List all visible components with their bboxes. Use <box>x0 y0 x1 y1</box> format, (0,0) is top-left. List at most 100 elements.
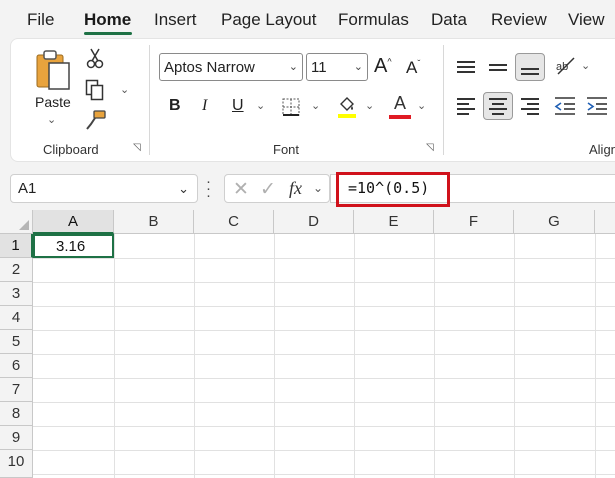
gridline <box>33 450 615 451</box>
paste-label[interactable]: Paste <box>35 94 71 110</box>
font-size-value: 11 <box>311 59 327 76</box>
copy-icon[interactable] <box>84 79 106 101</box>
paste-dropdown-icon[interactable]: ⌄ <box>47 113 56 126</box>
format-painter-icon[interactable] <box>85 109 107 131</box>
borders-dropdown-icon[interactable]: ⌄ <box>311 99 320 112</box>
font-color-dropdown-icon[interactable]: ⌄ <box>417 99 426 112</box>
font-name-value: Aptos Narrow <box>164 59 255 76</box>
gridline <box>33 330 615 331</box>
copy-dropdown-icon[interactable]: ⌄ <box>120 83 129 96</box>
chevron-down-icon[interactable]: ⌄ <box>313 181 323 195</box>
decrease-indent-icon[interactable] <box>554 95 576 117</box>
gridline <box>33 354 615 355</box>
font-color-icon[interactable]: A <box>389 93 411 121</box>
chevron-down-icon[interactable]: ⌄ <box>289 60 298 73</box>
gridline <box>114 234 115 478</box>
formula-bar: A1 ⌄ · · · ✕ ✓ fx ⌄ =10^(0.5) <box>0 170 615 208</box>
chevron-down-icon[interactable]: ⌄ <box>178 181 189 197</box>
select-all-corner[interactable] <box>0 210 33 234</box>
tab-formulas[interactable]: Formulas <box>338 10 409 30</box>
row-header-1[interactable]: 1 <box>0 234 33 258</box>
row-header-4[interactable]: 4 <box>0 306 33 330</box>
gridline <box>33 306 615 307</box>
gridline <box>194 234 195 478</box>
svg-text:ab: ab <box>556 61 568 73</box>
tab-home[interactable]: Home <box>84 10 131 30</box>
align-left-button[interactable] <box>451 92 481 120</box>
top-align-button[interactable] <box>451 53 481 81</box>
bottom-align-button[interactable] <box>515 53 545 81</box>
gridline <box>595 234 596 478</box>
gridline <box>514 234 515 478</box>
shrink-font-button[interactable]: Aˇ <box>406 58 420 78</box>
gridline <box>274 234 275 478</box>
ribbon-panel: Paste ⌄ ⌄ Clipboard ◹ Aptos Narrow ⌄ 11 … <box>10 38 615 162</box>
gridline <box>33 258 615 259</box>
row-header-7[interactable]: 7 <box>0 378 33 402</box>
tab-review[interactable]: Review <box>491 10 547 30</box>
cell-a1-value: 3.16 <box>56 238 86 255</box>
fill-color-icon[interactable] <box>337 94 357 120</box>
font-name-combo[interactable]: Aptos Narrow ⌄ <box>159 53 303 81</box>
row-header-10[interactable]: 10 <box>0 450 33 478</box>
borders-icon[interactable] <box>281 97 301 117</box>
grow-font-button[interactable]: A^ <box>374 55 392 78</box>
grow-font-glyph: A <box>374 55 388 77</box>
font-launcher-icon[interactable]: ◹ <box>426 143 437 154</box>
formula-text[interactable]: =10^(0.5) <box>348 179 429 197</box>
tab-data[interactable]: Data <box>431 10 467 30</box>
active-tab-indicator <box>84 32 132 35</box>
row-header-2[interactable]: 2 <box>0 258 33 282</box>
gridline <box>33 474 615 475</box>
alignment-group-label: Align <box>589 142 615 157</box>
row-header-6[interactable]: 6 <box>0 354 33 378</box>
worksheet-grid[interactable]: A B C D E F G 1 2 3 4 5 6 7 8 9 10 3.16 <box>0 210 615 478</box>
fill-color-dropdown-icon[interactable]: ⌄ <box>365 99 374 112</box>
underline-dropdown-icon[interactable]: ⌄ <box>256 99 265 112</box>
column-header-e[interactable]: E <box>354 210 434 234</box>
shrink-font-glyph: A <box>406 58 418 77</box>
tab-page-layout[interactable]: Page Layout <box>221 10 316 30</box>
align-center-button[interactable] <box>483 92 513 120</box>
orientation-dropdown-icon[interactable]: ⌄ <box>581 59 590 72</box>
column-header-partial[interactable] <box>595 210 615 234</box>
top-align-icon <box>457 61 475 73</box>
group-separator <box>443 45 444 155</box>
column-header-d[interactable]: D <box>274 210 354 234</box>
more-options-icon[interactable]: · · · <box>206 174 211 203</box>
paste-icon[interactable] <box>35 49 73 93</box>
insert-function-button[interactable]: fx <box>289 178 302 199</box>
column-header-f[interactable]: F <box>434 210 514 234</box>
increase-indent-icon[interactable] <box>586 95 608 117</box>
middle-align-button[interactable] <box>483 53 513 81</box>
underline-button[interactable]: U <box>232 97 244 115</box>
chevron-down-icon[interactable]: ⌄ <box>354 60 363 73</box>
clipboard-launcher-icon[interactable]: ◹ <box>133 143 144 154</box>
column-header-b[interactable]: B <box>114 210 194 234</box>
gridline <box>434 234 435 478</box>
italic-button[interactable]: I <box>202 97 207 115</box>
tab-insert[interactable]: Insert <box>154 10 197 30</box>
name-box[interactable]: A1 ⌄ <box>10 174 198 203</box>
row-header-8[interactable]: 8 <box>0 402 33 426</box>
clipboard-group-label: Clipboard <box>43 142 99 157</box>
align-right-button[interactable] <box>515 92 545 120</box>
cancel-icon[interactable]: ✕ <box>231 178 251 200</box>
row-header-3[interactable]: 3 <box>0 282 33 306</box>
gridline <box>354 234 355 478</box>
bold-button[interactable]: B <box>169 97 181 115</box>
cut-icon[interactable] <box>85 47 105 69</box>
tab-view[interactable]: View <box>568 10 605 30</box>
row-header-5[interactable]: 5 <box>0 330 33 354</box>
column-header-a[interactable]: A <box>33 210 114 234</box>
row-header-9[interactable]: 9 <box>0 426 33 450</box>
align-left-icon <box>457 97 475 115</box>
font-size-combo[interactable]: 11 ⌄ <box>306 53 368 81</box>
column-header-g[interactable]: G <box>514 210 595 234</box>
tab-file[interactable]: File <box>27 10 54 30</box>
column-header-c[interactable]: C <box>194 210 274 234</box>
name-box-value: A1 <box>18 180 37 197</box>
font-color-glyph: A <box>394 93 407 113</box>
orientation-icon[interactable]: ab <box>555 55 577 77</box>
enter-check-icon[interactable]: ✓ <box>257 178 279 200</box>
